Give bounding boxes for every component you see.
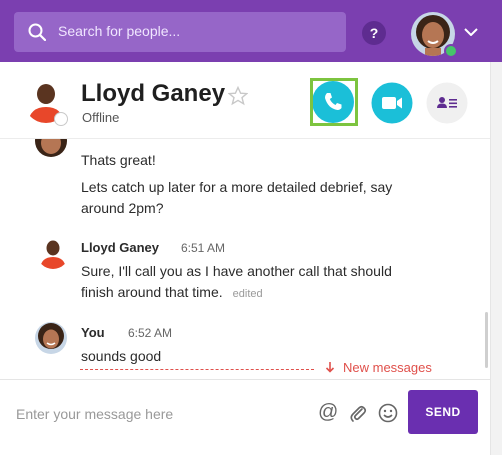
message-text: sounds good: [81, 348, 162, 364]
contact-status: Offline: [82, 110, 120, 125]
message-list[interactable]: [0, 139, 502, 377]
message-scrollbar[interactable]: [485, 312, 488, 368]
message-sender: You: [81, 325, 105, 340]
message-avatar-lloyd: [37, 237, 69, 269]
edited-label: edited: [232, 288, 263, 300]
star-icon[interactable]: [228, 86, 248, 106]
window-right-edge: [490, 62, 502, 455]
message-text: Lets catch up later for a more detailed …: [81, 179, 393, 216]
call-button-highlight: [310, 78, 358, 126]
new-messages-divider: [80, 369, 314, 370]
people-search[interactable]: Search for people...: [14, 12, 346, 52]
arrow-down-icon: [325, 362, 335, 373]
search-placeholder: Search for people...: [58, 23, 181, 39]
top-bar: Search for people... ?: [0, 0, 502, 62]
message-time: 6:52 AM: [128, 326, 173, 340]
video-call-button[interactable]: [371, 82, 413, 124]
message-text: Thats great!: [81, 152, 156, 168]
message-avatar-you-partial: [35, 139, 67, 157]
at-icon[interactable]: @: [318, 401, 338, 424]
contact-name: Lloyd Ganey: [81, 80, 226, 107]
search-icon: [28, 23, 46, 41]
offline-status-indicator: [54, 112, 68, 126]
paperclip-icon[interactable]: [348, 403, 368, 423]
message-sender: Lloyd Ganey: [81, 240, 160, 255]
presence-online-indicator: [444, 44, 458, 58]
send-button[interactable]: SEND: [408, 390, 478, 434]
chevron-down-icon[interactable]: [464, 28, 478, 36]
smiley-icon[interactable]: [378, 403, 398, 423]
contact-profile-button[interactable]: [426, 82, 468, 124]
help-button[interactable]: ?: [362, 21, 386, 45]
message-text: Sure, I'll call you as I have another ca…: [81, 261, 426, 305]
message-composer: Enter your message here @ SEND: [0, 379, 502, 456]
message-avatar-you: [35, 322, 67, 354]
new-messages-label[interactable]: New messages: [343, 360, 432, 375]
message-input[interactable]: Enter your message here: [16, 406, 173, 422]
message-time: 6:51 AM: [181, 241, 226, 255]
